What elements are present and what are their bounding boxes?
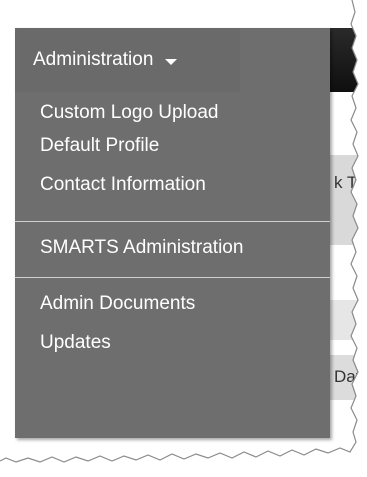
- menu-item-admin-documents[interactable]: Admin Documents: [15, 287, 330, 320]
- background-text: Date: [334, 367, 360, 386]
- background-fragment: Date: [330, 355, 360, 400]
- administration-dropdown-menu: Administration Custom Logo Upload Defaul…: [15, 28, 330, 438]
- menu-item-updates[interactable]: Updates: [15, 326, 330, 359]
- background-fragment: k T: [330, 155, 360, 245]
- menu-title: Administration: [33, 49, 154, 70]
- menu-item-smarts-administration[interactable]: SMARTS Administration: [15, 231, 330, 264]
- background-fragment: [330, 300, 360, 340]
- administration-menu-button[interactable]: Administration: [15, 28, 240, 92]
- chevron-down-icon: [165, 58, 178, 65]
- background-text: k T: [334, 173, 358, 192]
- menu-items: Custom Logo Upload Default Profile Conta…: [15, 92, 330, 359]
- menu-item-default-profile[interactable]: Default Profile: [15, 129, 330, 162]
- menu-item-contact-information[interactable]: Contact Information: [15, 168, 330, 201]
- menu-divider: [15, 221, 330, 222]
- menu-item-custom-logo-upload[interactable]: Custom Logo Upload: [15, 96, 330, 129]
- menu-divider: [15, 277, 330, 278]
- page: k T Date Administration Custom Logo Uplo…: [0, 0, 367, 477]
